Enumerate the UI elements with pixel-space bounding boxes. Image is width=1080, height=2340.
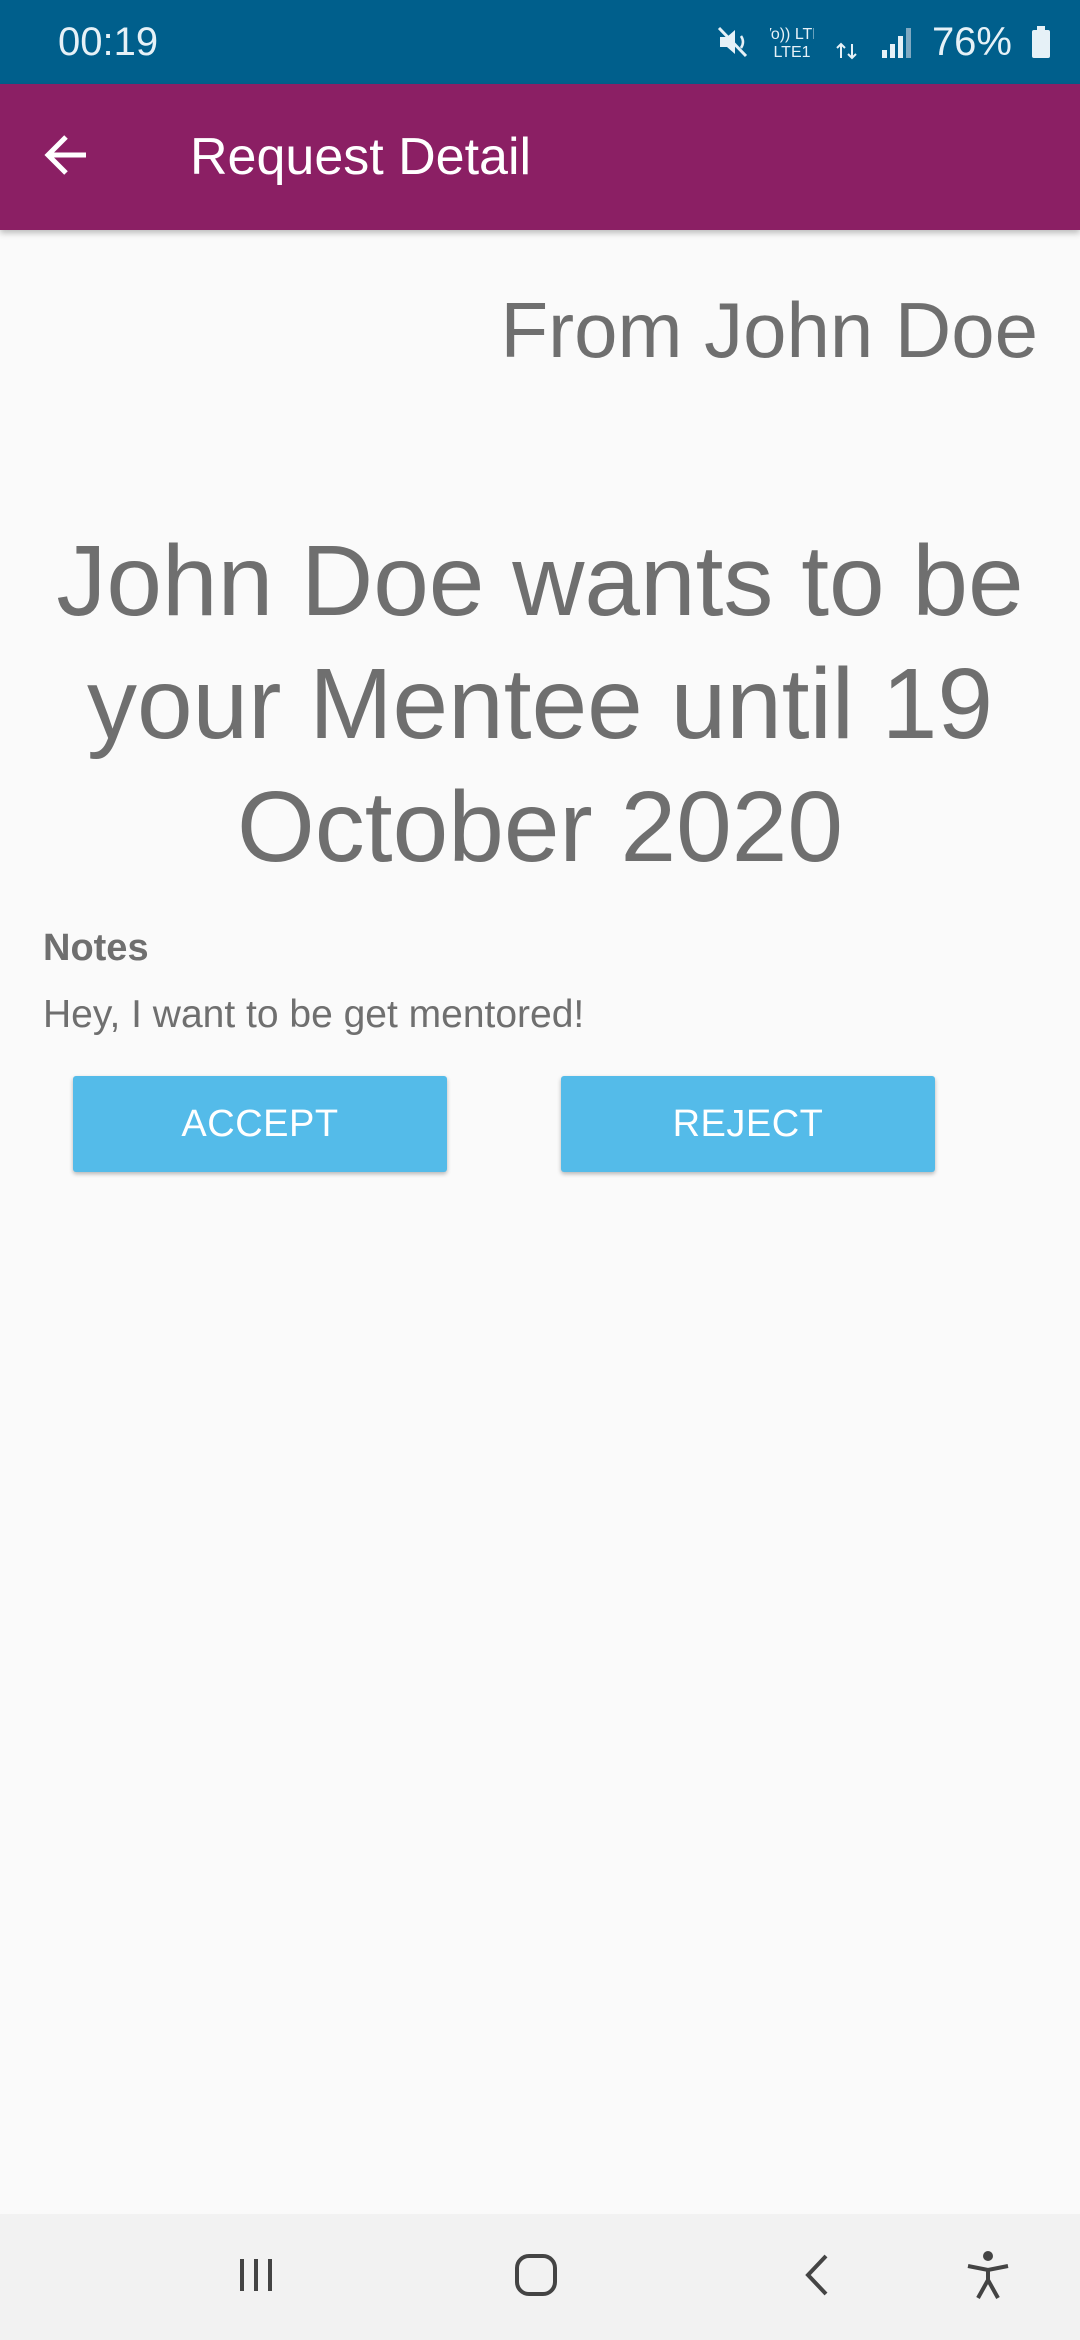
signal-icon xyxy=(880,24,914,60)
request-from-label: From John Doe xyxy=(500,286,1038,374)
accessibility-button[interactable] xyxy=(948,2242,1028,2312)
accessibility-icon xyxy=(964,2248,1012,2307)
network-top-label: Vo)) LTE xyxy=(770,26,814,43)
recents-button[interactable] xyxy=(216,2242,296,2312)
status-time: 00:19 xyxy=(58,20,159,64)
battery-icon xyxy=(1030,24,1052,60)
status-icons: Vo)) LTE LTE1 76% xyxy=(716,14,1052,70)
network-bottom-label: LTE1 xyxy=(773,44,810,61)
lte-data-icon xyxy=(832,22,862,62)
back-icon xyxy=(796,2250,840,2305)
battery-percent: 76% xyxy=(931,20,1012,64)
system-back-button[interactable] xyxy=(778,2242,858,2312)
status-bar: 00:19 Vo)) LTE LTE1 xyxy=(0,0,1080,84)
arrow-left-icon xyxy=(42,130,92,185)
volte-icon: Vo)) LTE LTE1 xyxy=(770,22,814,62)
system-nav-bar xyxy=(0,2214,1080,2340)
home-button[interactable] xyxy=(496,2242,576,2312)
home-icon xyxy=(511,2250,561,2305)
mute-vibrate-icon xyxy=(716,24,752,60)
notes-text: Hey, I want to be get mentored! xyxy=(43,993,585,1036)
notes-heading: Notes xyxy=(43,927,149,969)
screen: 00:19 Vo)) LTE LTE1 xyxy=(0,0,1080,2340)
app-bar: Request Detail xyxy=(0,84,1080,230)
recents-icon xyxy=(234,2253,278,2302)
request-message: John Doe wants to be your Mentee until 1… xyxy=(56,525,1024,883)
accept-button[interactable]: ACCEPT xyxy=(73,1076,447,1172)
page-title: Request Detail xyxy=(190,128,532,186)
back-button[interactable] xyxy=(34,124,100,190)
reject-button[interactable]: REJECT xyxy=(561,1076,935,1172)
